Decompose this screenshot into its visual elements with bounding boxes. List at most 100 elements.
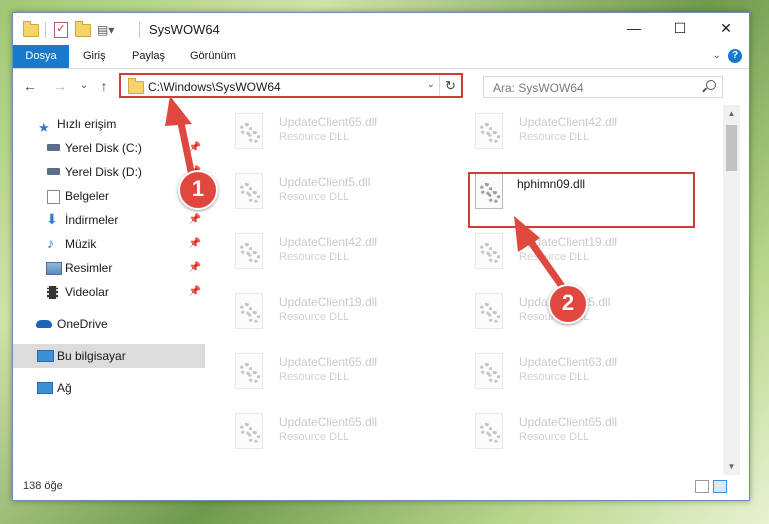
file-name: UpdateClient42.dll <box>279 235 378 249</box>
maximize-button[interactable]: ☐ <box>657 13 703 43</box>
sidebar-item-label: OneDrive <box>57 317 108 331</box>
properties-icon[interactable]: ✓ <box>54 22 68 38</box>
file-name: UpdateClient65.dll <box>279 355 378 369</box>
file-type: Resource DLL <box>519 371 590 383</box>
videos-icon <box>47 286 58 299</box>
sidebar-item-videos[interactable]: Videolar 📌 <box>13 280 205 304</box>
scrollbar-thumb[interactable] <box>726 125 737 171</box>
file-item[interactable]: UpdateClient19.dll Resource DLL <box>209 287 429 339</box>
title-bar: ✓ ▤▾ SysWOW64 — ☐ ✕ <box>13 13 749 45</box>
sidebar-item-music[interactable]: ♪ Müzik 📌 <box>13 232 205 256</box>
dll-file-icon <box>235 353 265 391</box>
file-item[interactable]: UpdateClient65.dll Resource DLL <box>209 347 429 399</box>
sidebar-item-label: Videolar <box>65 285 109 299</box>
forward-button[interactable]: → <box>51 78 69 94</box>
item-count: 138 öğe <box>23 480 63 492</box>
scroll-up-icon[interactable]: ▲ <box>723 105 740 122</box>
file-list: UpdateClient65.dll Resource DLL UpdateCl… <box>209 105 723 475</box>
search-input[interactable]: Ara: SysWOW64 <box>493 81 584 95</box>
sidebar-item-label: Yerel Disk (D:) <box>65 165 142 179</box>
pin-icon[interactable]: 📌 <box>189 136 201 160</box>
file-type: Resource DLL <box>279 191 350 203</box>
tab-home[interactable]: Giriş <box>81 45 108 68</box>
file-type: Resource DLL <box>279 311 350 323</box>
file-type: Resource DLL <box>279 431 350 443</box>
dll-file-icon <box>475 113 505 151</box>
close-button[interactable]: ✕ <box>703 13 749 43</box>
search-box[interactable]: Ara: SysWOW64 <box>483 76 723 98</box>
sidebar-item-local-disk-c[interactable]: Yerel Disk (C:) 📌 <box>13 136 205 160</box>
tab-view[interactable]: Görünüm <box>188 45 238 68</box>
status-bar: 138 öğe <box>13 475 749 499</box>
file-type: Resource DLL <box>279 251 350 263</box>
file-name: UpdateClient65.dll <box>279 415 378 429</box>
dll-file-icon <box>235 173 265 211</box>
drive-icon <box>47 168 60 175</box>
large-icons-view-button[interactable] <box>713 480 727 493</box>
sidebar-item-label: Bu bilgisayar <box>57 349 126 363</box>
computer-icon <box>37 350 54 362</box>
file-name: UpdateClient19.dll <box>279 295 378 309</box>
dll-file-icon <box>475 353 505 391</box>
sidebar-item-label: İndirmeler <box>65 213 119 227</box>
details-view-button[interactable] <box>695 480 709 493</box>
sidebar-item-quick-access[interactable]: ★ Hızlı erişim <box>13 112 205 136</box>
file-name: UpdateClient19.dll <box>519 235 618 249</box>
scroll-down-icon[interactable]: ▼ <box>723 458 740 475</box>
pin-icon[interactable]: 📌 <box>189 208 201 232</box>
file-type: Resource DLL <box>279 131 350 143</box>
file-type: Resource DLL <box>519 251 590 263</box>
file-item[interactable]: UpdateClient19.dll Resource DLL <box>449 227 669 279</box>
refresh-button[interactable]: ↻ <box>439 75 461 96</box>
pin-icon[interactable]: 📌 <box>189 232 201 256</box>
file-name: UpdateClient65.dll <box>279 115 378 129</box>
sidebar-item-label: Yerel Disk (C:) <box>65 141 142 155</box>
tab-file[interactable]: Dosya <box>13 45 69 68</box>
sidebar-item-local-disk-d[interactable]: Yerel Disk (D:) 📌 <box>13 160 205 184</box>
pin-icon[interactable]: 📌 <box>189 280 201 304</box>
chevron-down-icon[interactable]: ⌄ <box>427 79 435 90</box>
step-badge-2: 2 <box>548 284 588 324</box>
new-folder-icon[interactable] <box>75 20 91 38</box>
file-item[interactable]: UpdateClient65.dll Resource DLL <box>209 407 429 459</box>
sidebar-item-documents[interactable]: Belgeler 📌 <box>13 184 205 208</box>
ribbon-tabs: Dosya Giriş Paylaş Görünüm ⌄ ? <box>13 45 749 69</box>
sidebar-item-network[interactable]: Ağ <box>13 376 205 400</box>
file-item[interactable]: UpdateClient65.dll Resource DLL <box>449 407 669 459</box>
minimize-button[interactable]: — <box>611 13 657 43</box>
sidebar-item-pictures[interactable]: Resimler 📌 <box>13 256 205 280</box>
vertical-scrollbar[interactable]: ▲ ▼ <box>723 105 740 475</box>
address-bar[interactable]: C:\Windows\SysWOW64 ⌄ ↻ <box>119 73 463 98</box>
tab-share[interactable]: Paylaş <box>130 45 167 68</box>
sidebar-item-downloads[interactable]: ⬇ İndirmeler 📌 <box>13 208 205 232</box>
address-path[interactable]: C:\Windows\SysWOW64 <box>148 80 281 94</box>
recent-locations-button[interactable]: ⌄ <box>75 78 93 94</box>
dll-file-icon <box>235 113 265 151</box>
file-type: Resource DLL <box>519 431 590 443</box>
file-item[interactable]: UpdateClient65.dll Resource DLL <box>209 107 429 159</box>
file-item[interactable]: UpdateClient63.dll Resource DLL <box>449 347 669 399</box>
expand-ribbon-icon[interactable]: ⌄ <box>713 50 721 61</box>
help-icon[interactable]: ? <box>728 49 742 63</box>
back-button[interactable]: ← <box>21 78 39 94</box>
sidebar-item-label: Hızlı erişim <box>57 117 117 131</box>
sidebar-item-this-pc[interactable]: Bu bilgisayar <box>13 344 205 368</box>
up-button[interactable]: ↑ <box>95 78 113 94</box>
drive-icon <box>47 144 60 151</box>
navigation-bar: ← → ⌄ ↑ C:\Windows\SysWOW64 ⌄ ↻ Ara: Sys… <box>13 69 749 104</box>
file-item[interactable]: UpdateClient42.dll Resource DLL <box>449 107 669 159</box>
sidebar-item-onedrive[interactable]: OneDrive <box>13 312 205 336</box>
search-icon[interactable] <box>706 80 716 90</box>
pictures-icon <box>46 262 62 275</box>
sidebar-item-label: Resimler <box>65 261 113 275</box>
customize-toolbar-icon[interactable]: ▤▾ <box>97 22 114 38</box>
dll-file-icon <box>235 293 265 331</box>
file-item[interactable]: UpdateClient5.dll Resource DLL <box>209 167 429 219</box>
file-name-hphimn09[interactable]: hphimn09.dll <box>517 177 585 191</box>
explorer-window: ✓ ▤▾ SysWOW64 — ☐ ✕ Dosya Giriş Paylaş G… <box>12 12 750 501</box>
pin-icon[interactable]: 📌 <box>189 256 201 280</box>
file-item[interactable]: UpdateClient42.dll Resource DLL <box>209 227 429 279</box>
sidebar-item-label: Müzik <box>65 237 97 251</box>
file-type: Resource DLL <box>519 131 590 143</box>
network-icon <box>37 382 53 394</box>
